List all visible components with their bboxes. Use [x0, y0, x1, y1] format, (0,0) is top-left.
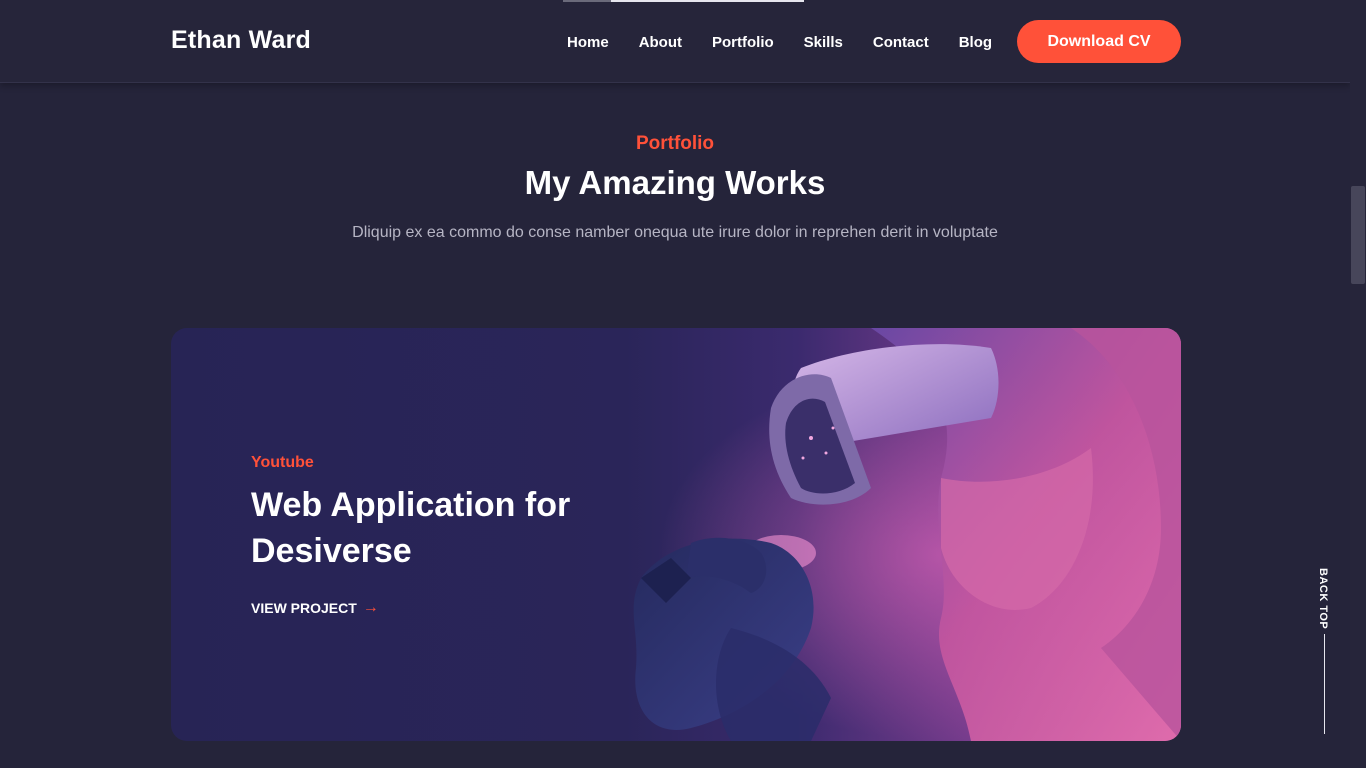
logo[interactable]: Ethan Ward	[171, 26, 311, 55]
back-to-top-label: BACK TOP	[1317, 568, 1329, 630]
back-to-top[interactable]: BACK TOP	[1317, 568, 1333, 738]
nav-blog[interactable]: Blog	[959, 34, 992, 51]
nav-contact[interactable]: Contact	[873, 34, 929, 51]
view-project-link[interactable]: VIEW PROJECT →	[251, 599, 379, 617]
download-cv-button[interactable]: Download CV	[1017, 20, 1181, 63]
nav-skills[interactable]: Skills	[804, 34, 843, 51]
scrollbar-thumb[interactable]	[1351, 186, 1365, 284]
project-title: Web Application for Desiverse	[251, 486, 571, 570]
back-to-top-line	[1324, 634, 1325, 734]
view-project-label: VIEW PROJECT	[251, 600, 357, 616]
main-nav: Home About Portfolio Skills Contact Blog	[567, 34, 992, 51]
arrow-right-icon: →	[362, 599, 379, 616]
project-category: Youtube	[251, 454, 314, 471]
scrollbar[interactable]	[1350, 0, 1366, 768]
progress-bar	[563, 0, 804, 2]
project-card[interactable]: Youtube Web Application for Desiverse VI…	[171, 328, 1181, 741]
progress-track	[563, 0, 611, 2]
section-label: Portfolio	[635, 133, 715, 154]
nav-home[interactable]: Home	[567, 34, 609, 51]
section-description: Dliquip ex ea commo do conse namber oneq…	[352, 224, 998, 241]
nav-about[interactable]: About	[639, 34, 682, 51]
nav-portfolio[interactable]: Portfolio	[712, 34, 774, 51]
section-title: My Amazing Works	[524, 164, 826, 201]
header: Ethan Ward Home About Portfolio Skills C…	[0, 0, 1350, 83]
progress-fill	[611, 0, 804, 2]
